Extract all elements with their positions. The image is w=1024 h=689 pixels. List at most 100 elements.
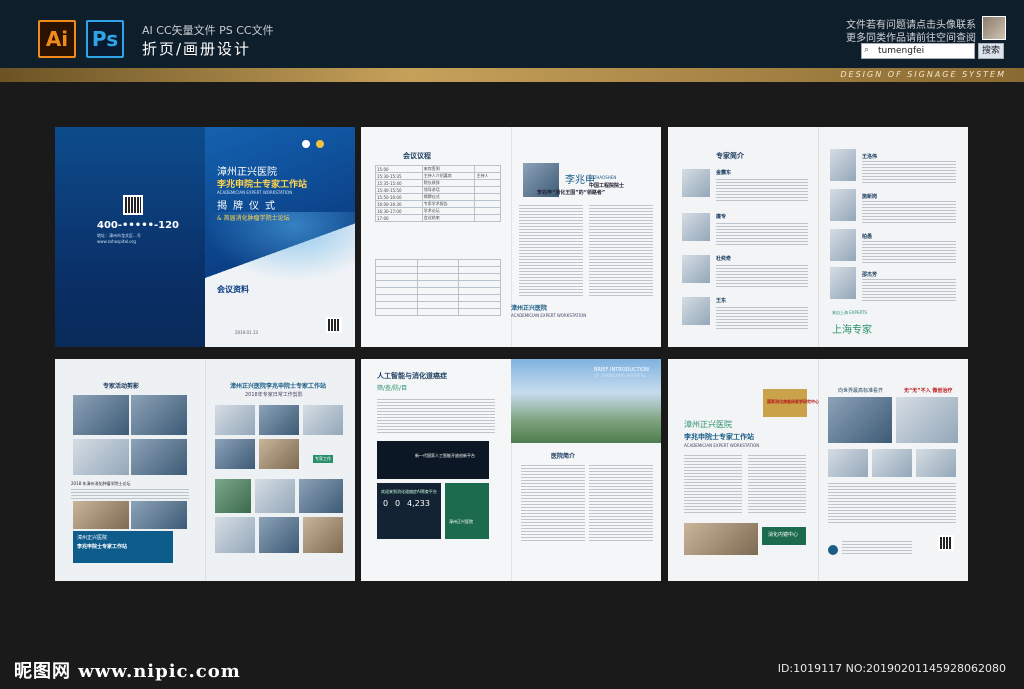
work-photo bbox=[303, 517, 343, 553]
hospital-intro-title: 医院简介 bbox=[551, 453, 576, 460]
cover-website: www.zxhospital.org bbox=[97, 239, 136, 244]
work-tag: 专家工作 bbox=[313, 455, 333, 463]
table-row: 15:00 来宾签到 bbox=[375, 165, 501, 173]
ai-platform-text: 新一代国家人工智能开放创新平台 bbox=[415, 453, 475, 458]
table-cell: 16:30-17:00 bbox=[375, 207, 423, 215]
standards-highlight: 无“无”不入 微创治疗 bbox=[904, 388, 953, 394]
doctor-bio bbox=[716, 223, 808, 245]
table-cell: 专家学术报告 bbox=[421, 200, 476, 208]
table-cell: 17:00 bbox=[375, 214, 423, 222]
work-photo bbox=[299, 479, 343, 513]
help-text-line2: 更多同类作品请前往空间查阅 bbox=[846, 33, 976, 44]
table-cell: 主持人介绍嘉宾 bbox=[421, 172, 476, 180]
certificate-photo bbox=[872, 449, 912, 477]
agenda-title: 会议议程 bbox=[403, 152, 431, 160]
standards-text bbox=[828, 483, 956, 523]
table-cell: 领导讲话 bbox=[421, 186, 476, 194]
agenda-table: 15:00 来宾签到 15:30-15:35 主持人介绍嘉宾 主持人 15:35-15… bbox=[375, 165, 501, 222]
table-cell: 院长致辞 bbox=[421, 179, 476, 187]
ai-counter: 0 bbox=[383, 499, 389, 508]
doctor-photo bbox=[830, 149, 856, 181]
spread2-caption: 漳州正兴医院 bbox=[511, 305, 548, 312]
work-photo bbox=[215, 405, 255, 435]
doctor-name: 王洛伟 bbox=[862, 154, 878, 160]
qr-code-icon bbox=[326, 317, 342, 333]
standards-title: 向世界最高标准看齐 bbox=[838, 388, 884, 394]
table-row: 15:35-15:40 院长致辞 bbox=[375, 179, 501, 187]
ai-stats-label: 欢迎来到消化道癌症AI筛查平台 bbox=[381, 489, 437, 494]
experts-en-label: 来自上海 EXPERTS bbox=[832, 310, 867, 315]
work-photo bbox=[303, 405, 343, 435]
station-title: 漳州正兴医院李兆申院士专家工作站 bbox=[230, 383, 327, 390]
table-cell bbox=[474, 214, 501, 222]
doctor-photo bbox=[682, 297, 710, 325]
page-fold bbox=[818, 127, 819, 347]
hospital-intro-text bbox=[521, 465, 585, 541]
work-photo bbox=[255, 479, 295, 513]
table-row: 16:00-16:30 专家学术报告 bbox=[375, 200, 501, 208]
doctor-photo bbox=[682, 213, 710, 241]
table-cell: 15:00 bbox=[375, 165, 423, 173]
activity-photo bbox=[131, 501, 187, 529]
table-cell: 主持人 bbox=[474, 172, 501, 180]
doctor-bio bbox=[862, 201, 956, 223]
search-button[interactable]: 搜索 bbox=[978, 43, 1004, 59]
activities-spread: 专家活动剪影 2018 年漳州消化肿瘤学院士论坛 漳州正兴医院 李兆申院士专家工… bbox=[55, 359, 355, 581]
ai-intro-spread: 人工智能与消化道癌症 筛/查/防/目 新一代国家人工智能开放创新平台 欢迎来到消… bbox=[361, 359, 661, 581]
cover-wave-graphic bbox=[205, 212, 355, 282]
table-cell bbox=[474, 200, 501, 208]
activity-photo bbox=[131, 439, 187, 475]
cover-station-name: 李兆申院士专家工作站 bbox=[217, 180, 308, 190]
ai-stat-number: 4,233 bbox=[407, 499, 430, 508]
site-watermark-logo[interactable]: 昵图网 www.nipic.com bbox=[14, 657, 241, 683]
activity-photo bbox=[73, 501, 129, 529]
work-photo bbox=[215, 517, 255, 553]
table-cell: 15:30-15:35 bbox=[375, 172, 423, 180]
table-cell: 15:50-16:00 bbox=[375, 193, 423, 201]
activity-photo bbox=[131, 395, 187, 435]
qr-code-icon bbox=[938, 535, 954, 551]
certificate-photo bbox=[916, 449, 956, 477]
table-cell: 会议结束 bbox=[421, 214, 476, 222]
agenda-subtable bbox=[375, 259, 501, 316]
hospital-text bbox=[684, 455, 742, 515]
doctor-photo bbox=[682, 255, 710, 283]
cover-ceremony: 揭牌仪式 bbox=[217, 201, 281, 212]
table-cell: 揭牌仪式 bbox=[421, 193, 476, 201]
team-photo bbox=[684, 523, 758, 555]
experts-spread: 专家简介 金震东 廉专 杜奕奇 王东 王洛伟 施新岗 柏愚 邵杰芳 来自上海 E… bbox=[668, 127, 968, 347]
ai-green-label: 漳州正兴医院 bbox=[449, 519, 473, 524]
page-fold bbox=[205, 359, 206, 581]
table-cell: 15:35-15:40 bbox=[375, 179, 423, 187]
illustrator-logo-icon: Ai bbox=[38, 20, 76, 58]
cover-station-en: ACADEMICIAN EXPERT WORKSTATION bbox=[217, 190, 293, 195]
certificate-photo bbox=[828, 449, 868, 477]
activities-box-line2: 李兆申院士专家工作站 bbox=[77, 544, 128, 550]
ai-green-card bbox=[445, 483, 489, 539]
activities-title: 专家活动剪影 bbox=[103, 383, 140, 390]
author-avatar[interactable] bbox=[982, 16, 1006, 40]
ai-title: 人工智能与消化道癌症 bbox=[377, 372, 447, 380]
band-caption: DESIGN OF SIGNAGE SYSTEM bbox=[840, 70, 1006, 79]
hospital-intro-text bbox=[589, 465, 653, 541]
doctor-photo bbox=[830, 229, 856, 261]
station-subtitle: 2018年专家日常工作剪影 bbox=[245, 392, 303, 398]
table-cell: 学术论坛 bbox=[421, 207, 476, 215]
doctor-photo bbox=[830, 267, 856, 299]
ai-text bbox=[377, 399, 495, 435]
cover-meeting-docs: 会议资料 bbox=[217, 285, 249, 294]
doctor-name: 杜奕奇 bbox=[716, 256, 732, 262]
hospital-spread: 国家消化病临床医学研究中心 漳州正兴医院 李兆申院士专家工作站 ACADEMIC… bbox=[668, 359, 968, 581]
doctor-bio bbox=[862, 241, 956, 263]
search-icon: ⌕ bbox=[864, 45, 870, 55]
table-row: 15:30-15:35 主持人介绍嘉宾 主持人 bbox=[375, 172, 501, 180]
search-input[interactable]: tumengfei bbox=[861, 43, 975, 59]
cover-logos bbox=[302, 133, 346, 148]
doctor-name: 廉专 bbox=[716, 214, 727, 220]
work-photo bbox=[215, 479, 251, 513]
doctor-photo bbox=[682, 169, 710, 197]
hotline-number: 400-•••••-120 bbox=[97, 220, 180, 231]
work-photo bbox=[259, 439, 299, 469]
staff-photo bbox=[828, 397, 892, 443]
table-cell bbox=[474, 207, 501, 215]
